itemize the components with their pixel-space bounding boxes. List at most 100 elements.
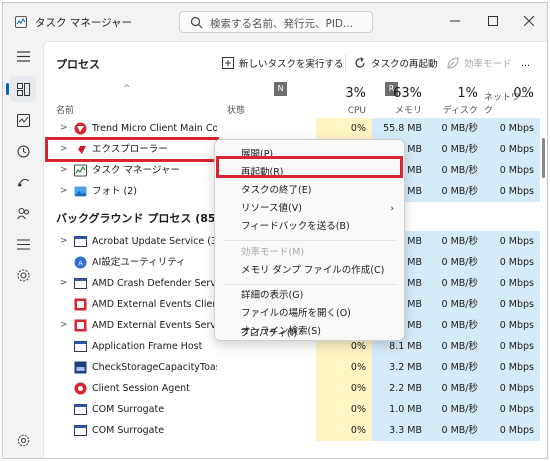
maximize-button[interactable] — [479, 9, 507, 33]
column-header: ^ 名前 状態 N R 3% CPU 63% メモリ 1% ディスク 0% ネッ… — [44, 82, 547, 118]
disk-value: 0 MB/秒 — [428, 160, 484, 181]
nav-performance[interactable] — [10, 107, 36, 133]
task-manager-app-icon — [15, 16, 27, 28]
process-row[interactable]: COM Surrogate 0% 3.3 MB 0 MB/秒 0 Mbps — [44, 420, 540, 441]
network-value: 0 Mbps — [484, 399, 540, 420]
column-cpu[interactable]: 3% CPU — [316, 82, 372, 118]
memory-value: 1.0 MB — [372, 399, 428, 420]
column-memory[interactable]: 63% メモリ — [372, 82, 428, 118]
menu-divider — [223, 284, 396, 285]
app-window-icon — [74, 341, 87, 352]
process-row[interactable]: Client Session Agent 0% 2.2 MB 0 MB/秒 0 … — [44, 378, 540, 399]
expand-chevron-icon[interactable]: > — [60, 118, 68, 139]
efficiency-mode-button[interactable]: 効率モード — [447, 52, 512, 74]
disk-value: 0 MB/秒 — [428, 336, 484, 357]
app-window-icon — [74, 278, 87, 289]
app-window-icon — [74, 236, 87, 247]
process-name: COM Surrogate — [92, 425, 165, 436]
search-icon — [190, 16, 203, 29]
network-value: 0 Mbps — [484, 336, 540, 357]
task-manager-icon — [74, 164, 87, 177]
minimize-button[interactable] — [441, 9, 469, 33]
cpu-value: 0% — [316, 420, 372, 441]
vertical-scrollbar[interactable] — [542, 120, 546, 458]
cpu-value: 0% — [316, 399, 372, 420]
menu-item-send-feedback[interactable]: フィードバックを送る(B) — [215, 218, 404, 236]
column-badge-n: N — [274, 82, 287, 96]
network-value: 0 Mbps — [484, 231, 540, 252]
disk-value: 0 MB/秒 — [428, 399, 484, 420]
column-status[interactable]: 状態 — [227, 103, 245, 116]
menu-item-create-dump[interactable]: メモリ ダンプ ファイルの作成(C) — [215, 262, 404, 280]
memory-value: 55.8 MB — [372, 118, 428, 139]
hamburger-icon — [16, 50, 30, 62]
process-name: AI設定ユーティリティ — [92, 257, 186, 268]
cpu-total: 3% — [345, 86, 366, 101]
hamburger-menu-button[interactable] — [10, 43, 36, 69]
disk-value: 0 MB/秒 — [428, 378, 484, 399]
expand-chevron-icon[interactable]: > — [60, 231, 68, 252]
page-title: プロセス — [56, 58, 100, 71]
menu-item-resource-values[interactable]: リソース値(V) › — [215, 200, 404, 218]
process-name: タスク マネージャー — [92, 165, 180, 176]
scrollbar-thumb[interactable] — [542, 138, 545, 178]
menu-item-open-file-location[interactable]: ファイルの場所を開く(O) — [215, 305, 404, 323]
process-name: Trend Micro Client Main Conso... — [92, 123, 217, 134]
amd-icon — [74, 298, 87, 311]
cpu-value: 0% — [316, 357, 372, 378]
column-name[interactable]: 名前 — [56, 103, 74, 116]
restart-item-highlight — [216, 156, 403, 178]
menu-item-efficiency-mode[interactable]: 効率モード(M) — [215, 244, 404, 262]
nav-app-history[interactable] — [10, 138, 36, 164]
menu-item-end-task[interactable]: タスクの終了(E) — [215, 182, 404, 200]
more-icon: ... — [521, 57, 531, 69]
title-bar: タスク マネージャー 検索する名前、発行元、PID... — [3, 3, 547, 41]
new-task-button[interactable]: 新しいタスクを実行する — [222, 52, 344, 74]
column-network[interactable]: 0% ネットワーク — [484, 82, 540, 118]
chevron-right-icon: › — [390, 204, 394, 214]
network-value: 0 Mbps — [484, 357, 540, 378]
network-value: 0 Mbps — [484, 181, 540, 202]
new-task-label: 新しいタスクを実行する — [239, 59, 344, 70]
expand-chevron-icon[interactable]: > — [60, 181, 68, 202]
process-row[interactable]: CheckStorageCapacityToastHe... 0% 3.2 MB… — [44, 357, 540, 378]
menu-item-go-to-details[interactable]: 詳細の表示(G) — [215, 287, 404, 305]
network-value: 0 Mbps — [484, 160, 540, 181]
close-button[interactable] — [515, 9, 543, 33]
process-row[interactable]: COM Surrogate 0% 1.0 MB 0 MB/秒 0 Mbps — [44, 399, 540, 420]
services-icon — [17, 269, 29, 281]
menu-item-properties[interactable]: プロパティ(I) — [214, 325, 403, 343]
process-name: フォト (2) — [92, 186, 137, 197]
nav-services[interactable] — [10, 262, 36, 288]
cpu-value: 0% — [316, 118, 372, 139]
app-title: タスク マネージャー — [35, 17, 133, 29]
nav-processes[interactable] — [6, 76, 36, 102]
column-disk[interactable]: 1% ディスク — [428, 82, 484, 118]
menu-item-resource-values-label: リソース値(V) — [241, 203, 302, 214]
expand-chevron-icon[interactable]: > — [60, 273, 68, 294]
more-options-button[interactable]: ... — [521, 52, 530, 74]
restart-task-button[interactable]: タスクの再起動 — [354, 52, 438, 74]
explorer-row-highlight — [45, 137, 219, 162]
nav-users[interactable] — [10, 200, 36, 226]
ai-utility-icon: A — [74, 256, 87, 269]
disk-value: 0 MB/秒 — [428, 357, 484, 378]
nav-details[interactable] — [10, 231, 36, 257]
nav-settings[interactable] — [10, 427, 36, 453]
background-processes-header: バックグラウンド プロセス (85) — [56, 212, 221, 225]
network-value: 0 Mbps — [484, 273, 540, 294]
trend-micro-icon — [74, 122, 87, 135]
disk-total: 1% — [457, 86, 478, 101]
nav-startup[interactable] — [10, 169, 36, 195]
menu-divider — [223, 240, 396, 241]
process-name: AMD Crash Defender Service — [92, 278, 230, 289]
expand-chevron-icon[interactable]: > — [60, 160, 68, 181]
search-input[interactable]: 検索する名前、発行元、PID... — [179, 11, 373, 33]
disk-label: ディスク — [442, 106, 478, 116]
process-row[interactable]: > Trend Micro Client Main Conso... 0% 55… — [44, 118, 540, 139]
search-placeholder: 検索する名前、発行元、PID... — [210, 18, 354, 30]
close-icon — [524, 16, 534, 26]
details-icon — [16, 239, 30, 249]
left-nav — [3, 41, 43, 458]
expand-chevron-icon[interactable]: > — [60, 315, 68, 336]
